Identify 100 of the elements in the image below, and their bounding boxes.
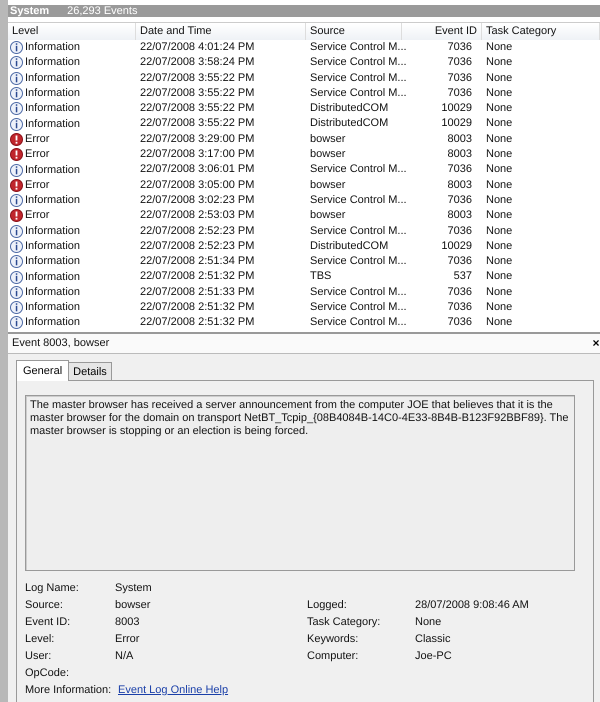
table-cell-text: None <box>485 70 514 86</box>
column-header[interactable]: Source <box>306 23 402 40</box>
table-cell-text: 22/07/2008 3:55:22 PM <box>139 86 256 101</box>
table-cell-text: 22/07/2008 4:01:24 PM <box>139 40 256 55</box>
detail-title: Event 8003, bowser <box>12 337 110 350</box>
table-cell: Error <box>25 147 50 162</box>
table-cell-text: None <box>485 178 514 193</box>
field-label: OpCode: <box>25 666 70 680</box>
info-icon <box>10 270 23 284</box>
close-button[interactable]: × <box>592 337 600 350</box>
table-cell-text: 537 <box>452 269 473 284</box>
column-header[interactable]: Task Category <box>482 23 600 40</box>
column-header[interactable]: Event ID <box>402 23 482 40</box>
error-icon <box>10 148 23 162</box>
table-cell: Information <box>25 101 80 116</box>
field-label: Keywords: <box>307 632 360 646</box>
table-cell-text: None <box>485 284 514 300</box>
table-cell: Information <box>25 86 80 102</box>
table-cell-text: None <box>485 162 514 178</box>
table-cell-text: DistributedCOM <box>309 101 390 116</box>
table-cell-text: 22/07/2008 3:02:23 PM <box>139 192 256 208</box>
table-cell: Information <box>25 70 80 86</box>
table-cell-text: 10029 <box>440 238 473 254</box>
table-cell: Error <box>25 208 50 224</box>
table-cell-text: 22/07/2008 3:55:22 PM <box>139 116 256 132</box>
table-cell-text: 8003 <box>446 208 473 224</box>
table-cell-text: None <box>485 55 514 70</box>
table-cell-text: 22/07/2008 3:55:22 PM <box>139 101 256 116</box>
table-cell-text: 22/07/2008 2:51:34 PM <box>139 254 256 270</box>
tab[interactable]: General <box>16 360 70 381</box>
info-icon <box>10 240 23 253</box>
table-cell-text: 22/07/2008 3:29:00 PM <box>139 132 256 147</box>
info-icon <box>10 316 23 330</box>
table-cell: Information <box>25 224 80 239</box>
table-cell-text: None <box>485 86 514 101</box>
table-cell: Information <box>25 193 80 208</box>
table-cell-text: None <box>485 300 514 316</box>
field-label: Source: <box>25 598 64 612</box>
error-icon <box>10 209 23 222</box>
table-cell-text: bowser <box>309 208 346 224</box>
table-cell-text: DistributedCOM <box>309 116 390 132</box>
info-icon <box>10 72 23 85</box>
table-cell: Information <box>25 270 80 285</box>
field-label: More Information: <box>25 684 112 697</box>
info-icon <box>10 224 23 238</box>
field-value: bowser <box>115 598 152 612</box>
column-header[interactable]: Date and Time <box>136 23 306 40</box>
table-cell: Information <box>25 162 80 178</box>
info-icon <box>10 118 23 131</box>
table-cell: Information <box>25 315 80 330</box>
field-label: Log Name: <box>25 582 80 595</box>
field-label: Logged: <box>307 598 348 612</box>
table-cell-text: 22/07/2008 3:58:24 PM <box>139 55 256 70</box>
field-value: 8003 <box>115 616 140 629</box>
table-cell-text: 22/07/2008 3:55:22 PM <box>139 70 256 86</box>
table-cell-text: 22/07/2008 2:51:32 PM <box>139 315 256 330</box>
info-icon <box>10 301 23 314</box>
log-title: System <box>10 5 50 17</box>
column-header[interactable]: Level <box>8 23 136 40</box>
table-cell-text: None <box>485 40 514 55</box>
table-cell-text: 22/07/2008 3:17:00 PM <box>139 147 256 162</box>
table-cell-text: None <box>485 269 514 284</box>
table-cell-text: 22/07/2008 3:06:01 PM <box>139 162 256 178</box>
table-cell-text: 22/07/2008 2:52:23 PM <box>139 238 256 254</box>
table-cell: Information <box>25 239 80 254</box>
field-label: Computer: <box>307 650 360 663</box>
table-cell-text: None <box>485 208 514 224</box>
table-cell-text: DistributedCOM <box>309 238 390 254</box>
field-value: Error <box>115 632 140 646</box>
field-value: Classic <box>415 632 452 646</box>
table-cell: Information <box>25 55 80 70</box>
table-cell-text: None <box>485 224 514 239</box>
table-cell-text: 10029 <box>440 116 473 132</box>
event-count: 26,293 Events <box>67 5 138 17</box>
error-icon <box>10 178 23 192</box>
field-label: User: <box>25 650 52 663</box>
table-cell-text: bowser <box>309 178 346 193</box>
table-cell-text: None <box>485 238 514 254</box>
info-icon <box>10 286 23 299</box>
info-icon <box>10 194 23 208</box>
help-link[interactable]: Event Log Online Help <box>118 684 228 696</box>
field-label: Event ID: <box>25 616 72 629</box>
table-cell-text: None <box>485 254 514 270</box>
table-cell-text: 22/07/2008 2:52:23 PM <box>139 224 256 239</box>
table-cell: Information <box>25 300 80 316</box>
table-cell-text: 22/07/2008 2:51:33 PM <box>139 284 256 300</box>
tab[interactable]: Details <box>68 362 112 381</box>
field-value: 28/07/2008 9:08:46 AM <box>415 598 530 612</box>
table-cell-text: 22/07/2008 2:53:03 PM <box>139 208 256 224</box>
table-cell: Information <box>25 254 80 270</box>
table-cell-text: 8003 <box>446 147 473 162</box>
table-cell-text: 22/07/2008 2:51:32 PM <box>139 300 256 316</box>
field-label: Level: <box>25 632 56 646</box>
table-cell-text: 22/07/2008 2:51:32 PM <box>139 269 256 284</box>
table-cell-text: None <box>485 132 514 147</box>
info-icon <box>10 164 23 177</box>
table-cell: Information <box>25 116 80 132</box>
table-cell-text: None <box>485 147 514 162</box>
table-cell-text: bowser <box>309 147 346 162</box>
table-cell-text: 22/07/2008 3:05:00 PM <box>139 178 256 193</box>
